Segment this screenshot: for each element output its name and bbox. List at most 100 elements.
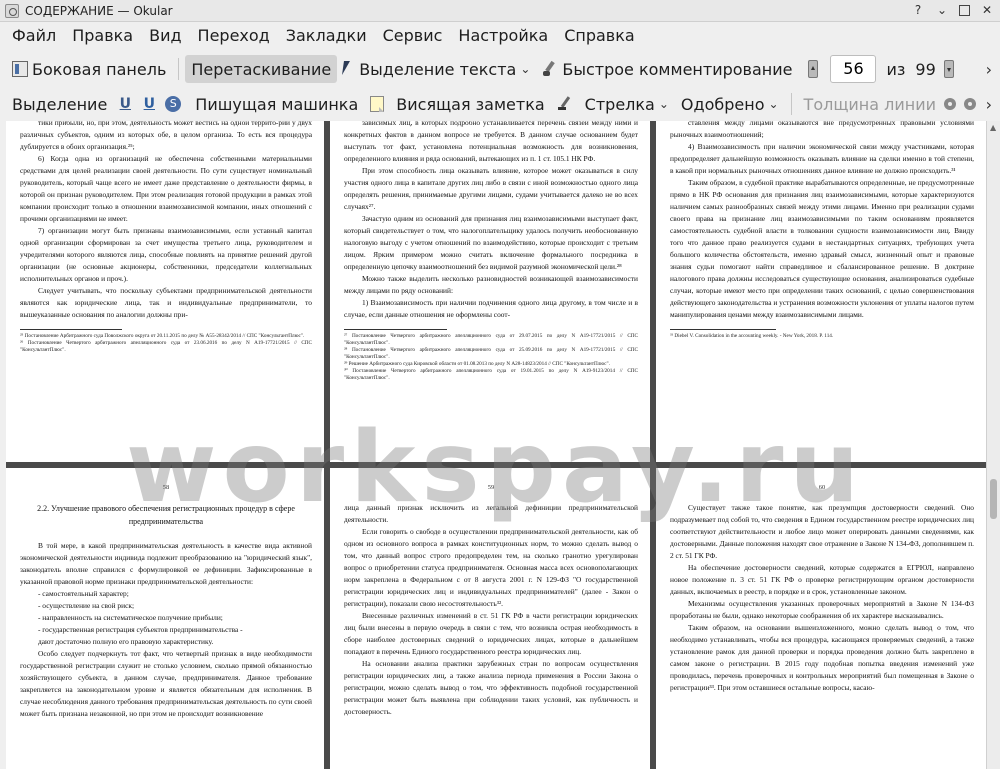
toolbar-overflow-icon[interactable]: › (986, 60, 992, 79)
scroll-up-icon[interactable]: ▲ (990, 123, 996, 132)
stamp-button[interactable]: Одобрено ⌄ (675, 90, 785, 118)
stamp-icon[interactable] (942, 96, 958, 112)
window-title: СОДЕРЖАНИЕ — Okular (25, 3, 173, 18)
paragraph: - государственная регистрация субъектов … (38, 625, 243, 634)
menu-edit[interactable]: Правка (64, 22, 141, 50)
quick-comment-label: Быстрое комментирование (562, 59, 793, 79)
document-page[interactable]: тики прибыли, но, при этом, деятельность… (6, 121, 324, 462)
line-width-button[interactable]: Толщина линии (798, 90, 943, 118)
title-bar[interactable]: СОДЕРЖАНИЕ — Okular ? ⌄ ✕ (0, 0, 1000, 22)
window-controls: ? ⌄ ✕ (911, 3, 994, 17)
menu-view[interactable]: Вид (141, 22, 189, 50)
sticky-note-button[interactable]: Висящая заметка (364, 90, 550, 118)
footnote: ³¹ Diebel V. Consolidation in the accoun… (670, 333, 834, 339)
paragraph: лица данный признак исключить из легальн… (344, 503, 638, 524)
paragraph: Таким образом, на основании вышеизложенн… (670, 623, 974, 692)
document-page[interactable]: зависимых лиц, в которых подробно устана… (330, 121, 650, 462)
document-page[interactable]: 59 лица данный признак исключить из лега… (330, 468, 650, 769)
pen-icon (557, 96, 573, 112)
stamp-label: Одобрено (680, 94, 765, 114)
line-width-label: Толщина линии (803, 94, 937, 114)
toolbar-separator (790, 93, 792, 115)
document-page[interactable]: ставления между лицами оказываются вне п… (656, 121, 986, 462)
minimize-icon[interactable]: ⌄ (935, 3, 949, 17)
menu-settings[interactable]: Настройка (450, 22, 556, 50)
brush-icon (542, 61, 558, 77)
arrow-label: Стрелка (584, 94, 655, 114)
typewriter-label: Пишущая машинка (195, 94, 359, 114)
page-number: 59 (487, 484, 495, 491)
paragraph: тики прибыли, но, при этом, деятельность… (20, 121, 312, 151)
paragraph: Следует учитывать, что поскольку субъект… (20, 286, 312, 319)
menu-tools[interactable]: Сервис (375, 22, 451, 50)
paragraph: Если говорить о свободе в осуществлении … (344, 527, 638, 608)
menu-bookmarks[interactable]: Закладки (278, 22, 375, 50)
note-icon (370, 96, 385, 112)
paragraph: 6) Когда одна из организаций не обеспече… (20, 154, 312, 223)
help-icon[interactable]: ? (911, 3, 925, 17)
scrollbar-thumb[interactable] (990, 479, 997, 519)
footnote: ²⁶ Постановление Четвертого арбитражного… (20, 340, 312, 353)
sidebar-button[interactable]: Боковая панель (6, 55, 172, 83)
paragraph: - направленность на систематическое полу… (38, 613, 223, 622)
menu-go[interactable]: Переход (190, 22, 278, 50)
paragraph: 4) Взаимозависимость при наличии экономи… (670, 142, 974, 175)
underline-icon: U (119, 96, 131, 112)
toolbar-overflow-icon[interactable]: › (986, 95, 992, 114)
typewriter-button[interactable]: Пишущая машинка (189, 90, 364, 118)
paragraph: Можно также выделить несколько разновидн… (344, 274, 638, 295)
paragraph: При этом способность лица оказывать влия… (344, 166, 638, 211)
footnote: ²⁵ Постановление Арбитражного суда Повол… (20, 333, 305, 339)
footnote-divider (20, 329, 123, 330)
strikeout-button[interactable]: S (161, 90, 189, 118)
chevron-down-icon[interactable]: ⌄ (520, 62, 530, 76)
paragraph: Внесенные различных изменений в ст. 51 Г… (344, 611, 638, 656)
paragraph: На обеспечение достоверности сведений, к… (670, 563, 974, 596)
footnote: ³⁰ Постановление Четвертого арбитражного… (344, 368, 638, 381)
next-page-icon[interactable] (943, 60, 954, 78)
page-text: ставления между лицами оказываются вне п… (670, 121, 974, 340)
text-select-button[interactable]: Выделение текста ⌄ (337, 55, 536, 83)
paragraph: Особо следует подчеркнуть тот факт, что … (20, 649, 312, 718)
page-text: тики прибыли, но, при этом, деятельность… (20, 121, 312, 354)
paragraph: Механизмы осуществления указанных провер… (670, 599, 974, 620)
footnote-divider (670, 329, 777, 330)
arrow-button[interactable]: Стрелка ⌄ (551, 90, 675, 118)
maximize-icon[interactable] (959, 5, 970, 16)
paragraph: ставления между лицами оказываются вне п… (670, 121, 974, 139)
page-text: 60 Существует также такое понятие, как п… (670, 468, 974, 694)
drag-mode-button[interactable]: Перетаскивание (185, 55, 338, 83)
document-viewport[interactable]: тики прибыли, но, при этом, деятельность… (6, 121, 986, 769)
squiggle-button[interactable]: U (137, 90, 161, 118)
toolbar-separator (178, 58, 180, 80)
section-heading: 2.2. Улучшение правового обеспечения рег… (37, 504, 295, 526)
page-number-input[interactable]: 56 (830, 55, 877, 83)
paragraph: В той мере, в какой предпринимательская … (20, 541, 312, 586)
paragraph: Зачастую одним из оснований для признани… (344, 214, 638, 271)
chevron-down-icon[interactable]: ⌄ (768, 97, 778, 111)
previous-page-icon[interactable] (808, 60, 819, 78)
paragraph: дают достаточно полную его правовую хара… (38, 637, 214, 646)
okular-app-icon (5, 3, 19, 18)
okular-window: СОДЕРЖАНИЕ — Okular ? ⌄ ✕ Файл Правка Ви… (0, 0, 1000, 769)
tag-icon[interactable] (962, 96, 978, 112)
document-page[interactable]: 60 Существует также такое понятие, как п… (656, 468, 986, 769)
quick-comment-button[interactable]: Быстрое комментирование (536, 55, 798, 83)
page-text: зависимых лиц, в которых подробно устана… (344, 121, 638, 382)
drag-mode-label: Перетаскивание (191, 59, 332, 79)
paragraph: Существует также такое понятие, как през… (670, 503, 974, 560)
close-icon[interactable]: ✕ (980, 3, 994, 17)
page-number: 60 (818, 484, 826, 491)
underline-button[interactable]: U (113, 90, 137, 118)
vertical-scrollbar[interactable]: ▲ (986, 121, 1000, 769)
footnote: ²⁷ Постановление Четвертого арбитражного… (344, 333, 638, 346)
highlight-button[interactable]: Выделение (6, 90, 113, 118)
menu-bar: Файл Правка Вид Переход Закладки Сервис … (0, 22, 1000, 50)
total-pages: 99 (915, 59, 936, 79)
chevron-down-icon[interactable]: ⌄ (659, 97, 669, 111)
menu-help[interactable]: Справка (556, 22, 643, 50)
document-page[interactable]: 58 2.2. Улучшение правового обеспечения … (6, 468, 324, 769)
cursor-icon (342, 61, 357, 77)
menu-file[interactable]: Файл (4, 22, 64, 50)
squiggle-icon: U (143, 96, 155, 112)
